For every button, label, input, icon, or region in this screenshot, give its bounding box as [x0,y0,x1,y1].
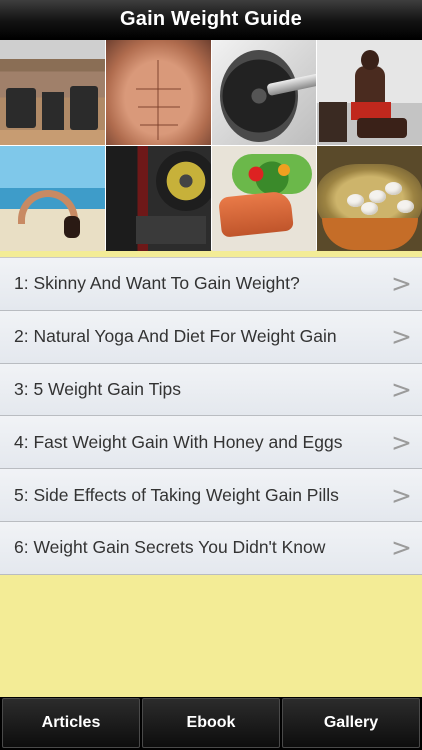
chevron-right-icon: > [391,533,412,563]
chevron-right-icon: > [391,374,412,404]
article-title: 2: Natural Yoga And Diet For Weight Gain [14,326,337,347]
chevron-right-icon: > [391,269,412,299]
article-title: 3: 5 Weight Gain Tips [14,378,181,399]
page-title: Gain Weight Guide [120,8,302,30]
article-list: 1: Skinny And Want To Gain Weight? > 2: … [0,257,422,575]
article-title: 1: Skinny And Want To Gain Weight? [14,273,300,294]
eggs-nest-photo [317,146,422,251]
tab-articles[interactable]: Articles [2,698,140,748]
article-title: 6: Weight Gain Secrets You Didn't Know [14,537,326,558]
tab-bar: Articles Ebook Gallery [0,697,422,750]
chevron-right-icon: > [391,322,412,352]
navigation-bar: Gain Weight Guide [0,0,422,40]
tab-ebook[interactable]: Ebook [142,698,280,748]
man-resting-photo [317,40,422,145]
article-row-4[interactable]: 4: Fast Weight Gain With Honey and Eggs … [0,416,422,470]
yoga-photo [0,146,105,251]
article-row-1[interactable]: 1: Skinny And Want To Gain Weight? > [0,258,422,311]
article-row-6[interactable]: 6: Weight Gain Secrets You Didn't Know > [0,521,422,575]
chevron-right-icon: > [391,427,412,457]
article-row-5[interactable]: 5: Side Effects of Taking Weight Gain Pi… [0,469,422,522]
chevron-right-icon: > [391,480,412,510]
weight-plate-photo [105,146,211,251]
article-title: 4: Fast Weight Gain With Honey and Eggs [14,431,343,452]
dumbbell-photo [211,40,317,145]
gym-photo [0,40,105,145]
salmon-photo [211,146,317,251]
photo-banner [0,40,422,251]
article-row-3[interactable]: 3: 5 Weight Gain Tips > [0,363,422,417]
article-row-2[interactable]: 2: Natural Yoga And Diet For Weight Gain… [0,310,422,364]
article-title: 5: Side Effects of Taking Weight Gain Pi… [14,484,339,505]
abs-photo [105,40,211,145]
tab-gallery[interactable]: Gallery [282,698,420,748]
